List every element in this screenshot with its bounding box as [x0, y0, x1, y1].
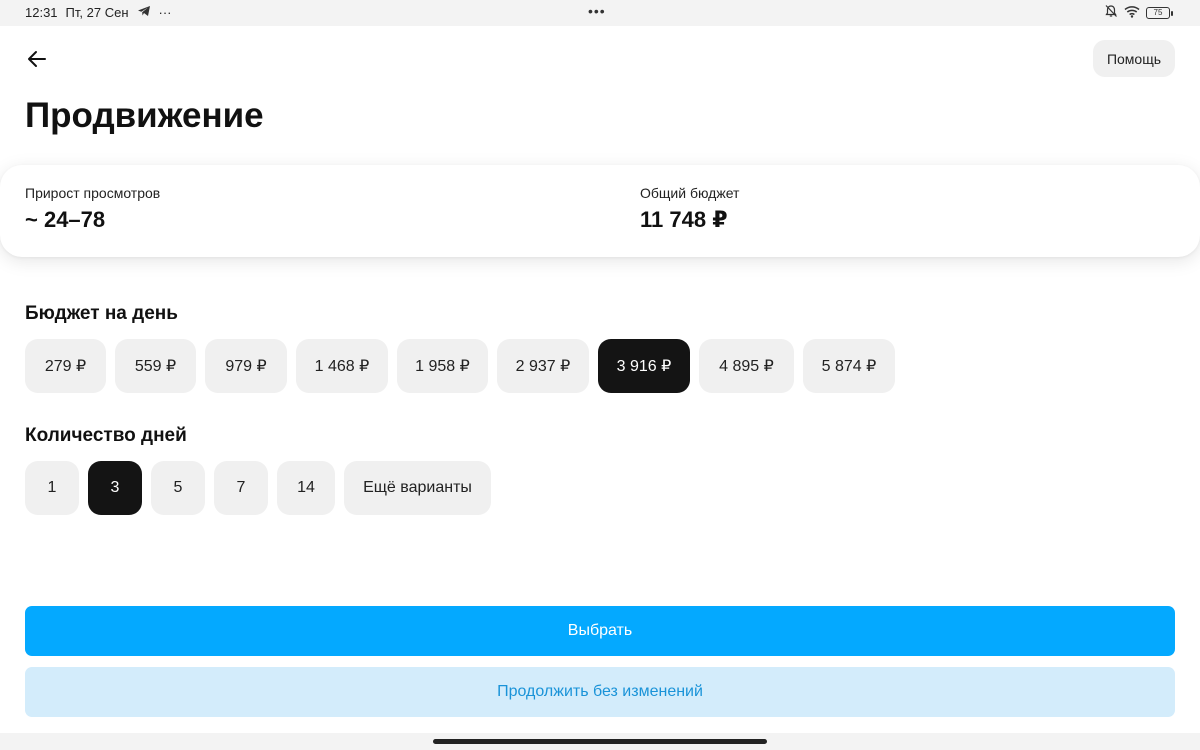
status-bar-right: 75	[1104, 4, 1173, 21]
total-budget-value: 11 748 ₽	[640, 207, 728, 232]
views-growth-stat: Прирост просмотров ~ 24–78	[25, 185, 160, 233]
budget-option-selected[interactable]: 3 916 ₽	[598, 339, 690, 393]
arrow-left-icon	[28, 51, 46, 67]
home-indicator[interactable]	[433, 739, 767, 744]
daily-budget-title: Бюджет на день	[25, 303, 178, 324]
budget-option[interactable]: 979 ₽	[205, 339, 287, 393]
battery-level: 75	[1153, 7, 1163, 17]
total-budget-label: Общий бюджет	[640, 185, 740, 201]
budget-option[interactable]: 4 895 ₽	[699, 339, 794, 393]
days-option-selected[interactable]: 3	[88, 461, 142, 515]
status-time: 12:31	[25, 5, 58, 20]
wifi-icon	[1124, 5, 1140, 21]
battery-icon: 75	[1146, 6, 1173, 19]
budget-option[interactable]: 559 ₽	[115, 339, 196, 393]
days-option[interactable]: 7	[214, 461, 268, 515]
budget-option[interactable]: 1 958 ₽	[397, 339, 488, 393]
select-button[interactable]: Выбрать	[25, 606, 1175, 656]
status-date: Пт, 27 Сен	[65, 5, 129, 20]
help-button[interactable]: Помощь	[1093, 40, 1175, 77]
bell-off-icon	[1104, 4, 1118, 21]
page-title: Продвижение	[25, 96, 264, 135]
days-option[interactable]: 5	[151, 461, 205, 515]
budget-option[interactable]: 1 468 ₽	[296, 339, 388, 393]
total-budget-stat: Общий бюджет 11 748 ₽	[640, 185, 739, 233]
status-bar-left: 12:31 Пт, 27 Сен ···	[25, 5, 172, 20]
budget-option[interactable]: 2 937 ₽	[497, 339, 589, 393]
days-count-options: 1 3 5 7 14 Ещё варианты	[25, 461, 491, 515]
views-growth-value: ~ 24–78	[25, 207, 106, 232]
days-option[interactable]: 1	[25, 461, 79, 515]
more-options-button[interactable]: Ещё варианты	[344, 461, 491, 515]
views-growth-label: Прирост просмотров	[25, 185, 161, 201]
daily-budget-options: 279 ₽ 559 ₽ 979 ₽ 1 468 ₽ 1 958 ₽ 2 937 …	[25, 339, 895, 393]
telegram-icon	[137, 5, 151, 20]
window-handle-icon[interactable]: •••	[588, 3, 606, 19]
notification-more-icon: ···	[158, 5, 172, 20]
days-count-title: Количество дней	[25, 425, 187, 446]
status-bar: 12:31 Пт, 27 Сен ··· ••• 75	[0, 0, 1200, 26]
budget-option[interactable]: 5 874 ₽	[803, 339, 895, 393]
budget-option[interactable]: 279 ₽	[25, 339, 106, 393]
days-option[interactable]: 14	[277, 461, 335, 515]
back-button[interactable]	[22, 44, 52, 74]
continue-without-changes-button[interactable]: Продолжить без изменений	[25, 667, 1175, 717]
stats-card: Прирост просмотров ~ 24–78 Общий бюджет …	[0, 165, 1200, 257]
